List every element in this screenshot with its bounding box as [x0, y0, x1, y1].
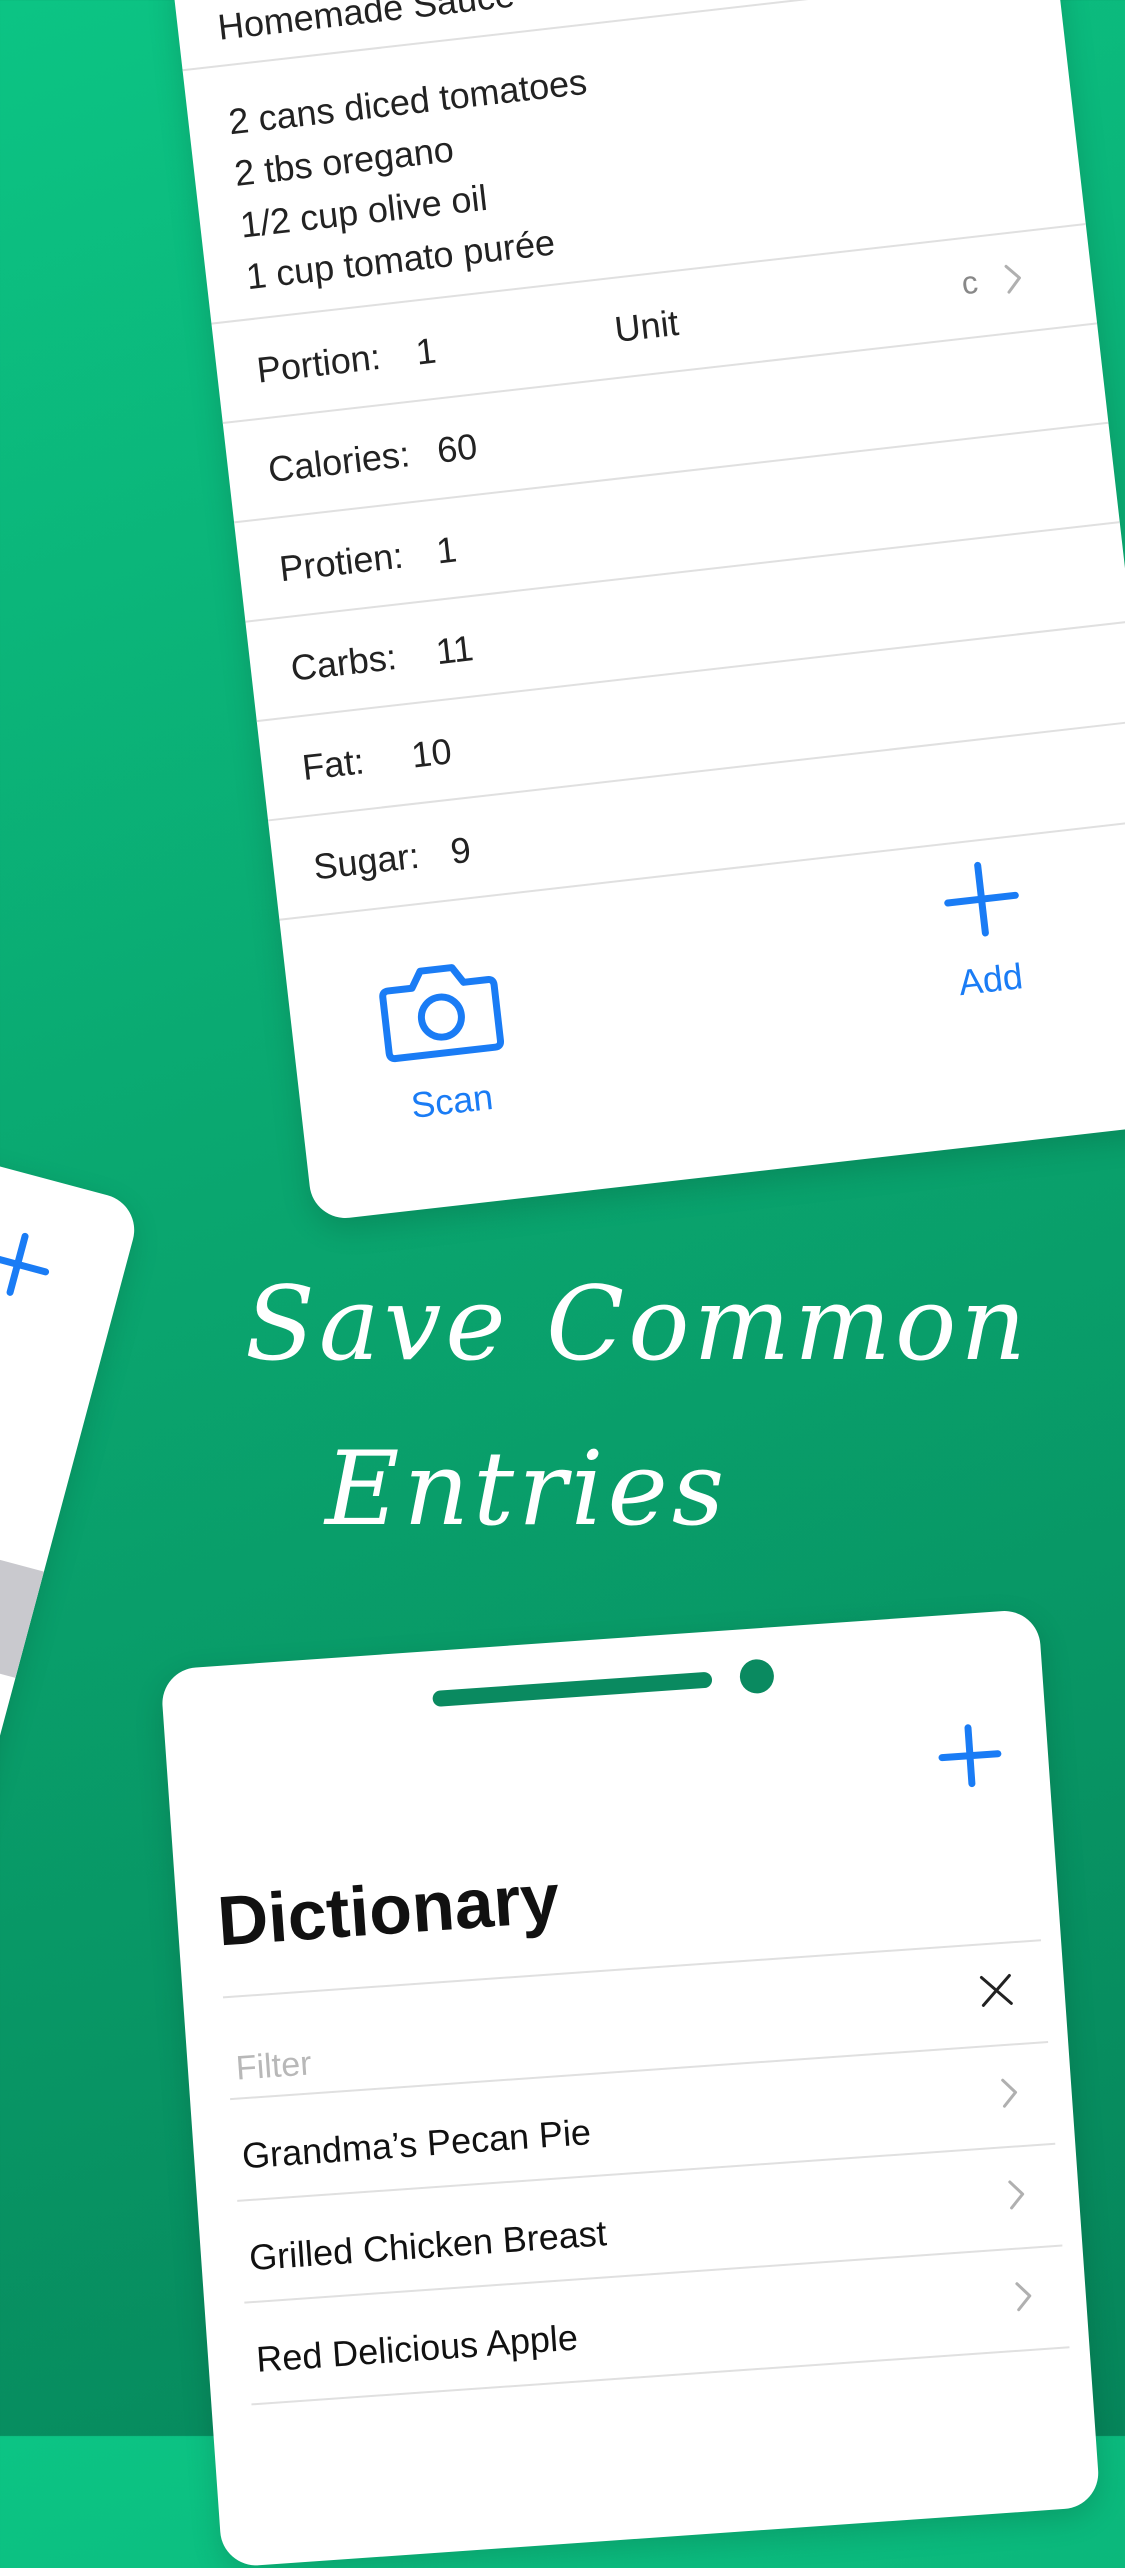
highlighted-row[interactable]: 0 [0, 1437, 44, 1678]
unit-value[interactable]: c [960, 264, 980, 303]
secondary-list-card: 0 6 [0, 1070, 143, 2268]
portion-label: Portion: [254, 335, 383, 391]
plus-icon [944, 861, 1019, 937]
add-button[interactable]: Add [927, 850, 1075, 1034]
list-item-label: Red Delicious Apple [254, 2316, 580, 2380]
dictionary-card: Dictionary Filter Grandma’s Pecan Pie Gr… [160, 1608, 1101, 2568]
list-item-label: Grandma’s Pecan Pie [240, 2111, 593, 2177]
nutrient-value[interactable]: 9 [448, 829, 473, 873]
camera-dot [738, 1658, 776, 1695]
nutrient-value[interactable]: 60 [435, 425, 480, 471]
ingredients-list[interactable]: 2 cans diced tomatoes 2 tbs oregano 1/2 … [226, 56, 607, 303]
nutrient-value[interactable]: 1 [434, 528, 459, 572]
camera-icon [379, 964, 505, 1063]
nutrient-label: Fat: [299, 740, 367, 789]
plus-icon[interactable] [0, 1221, 60, 1307]
nutrient-label: Calories: [266, 433, 412, 491]
speaker-bar [432, 1671, 713, 1708]
chevron-right-icon [1001, 2078, 1018, 2108]
portion-value[interactable]: 1 [414, 330, 439, 374]
add-label: Add [956, 955, 1025, 1004]
scan-button[interactable]: Scan [375, 951, 543, 1137]
recipe-card: Homemade Sauce 2 cans diced tomatoes 2 t… [170, 0, 1125, 1222]
chevron-right-icon[interactable] [1002, 261, 1026, 297]
nutrient-value[interactable]: 10 [409, 730, 454, 776]
nutrient-value[interactable]: 11 [434, 627, 476, 673]
headline-line-2: Entries [325, 1430, 729, 1549]
unit-label: Unit [612, 301, 681, 350]
chevron-right-icon [1008, 2180, 1025, 2210]
filter-input[interactable]: Filter [235, 2044, 313, 2088]
plus-icon[interactable] [936, 1722, 1004, 1790]
nutrient-label: Carbs: [288, 635, 399, 689]
scan-label: Scan [408, 1075, 496, 1126]
chevron-right-icon [1015, 2282, 1032, 2312]
page-title: Dictionary [214, 1858, 562, 1961]
nutrient-label: Protien: [277, 534, 406, 590]
list-item-label: Grilled Chicken Breast [247, 2212, 608, 2279]
headline-line-1: Save Common [245, 1265, 1031, 1384]
close-icon[interactable] [977, 1971, 1015, 2009]
nutrient-label: Sugar: [311, 834, 422, 888]
